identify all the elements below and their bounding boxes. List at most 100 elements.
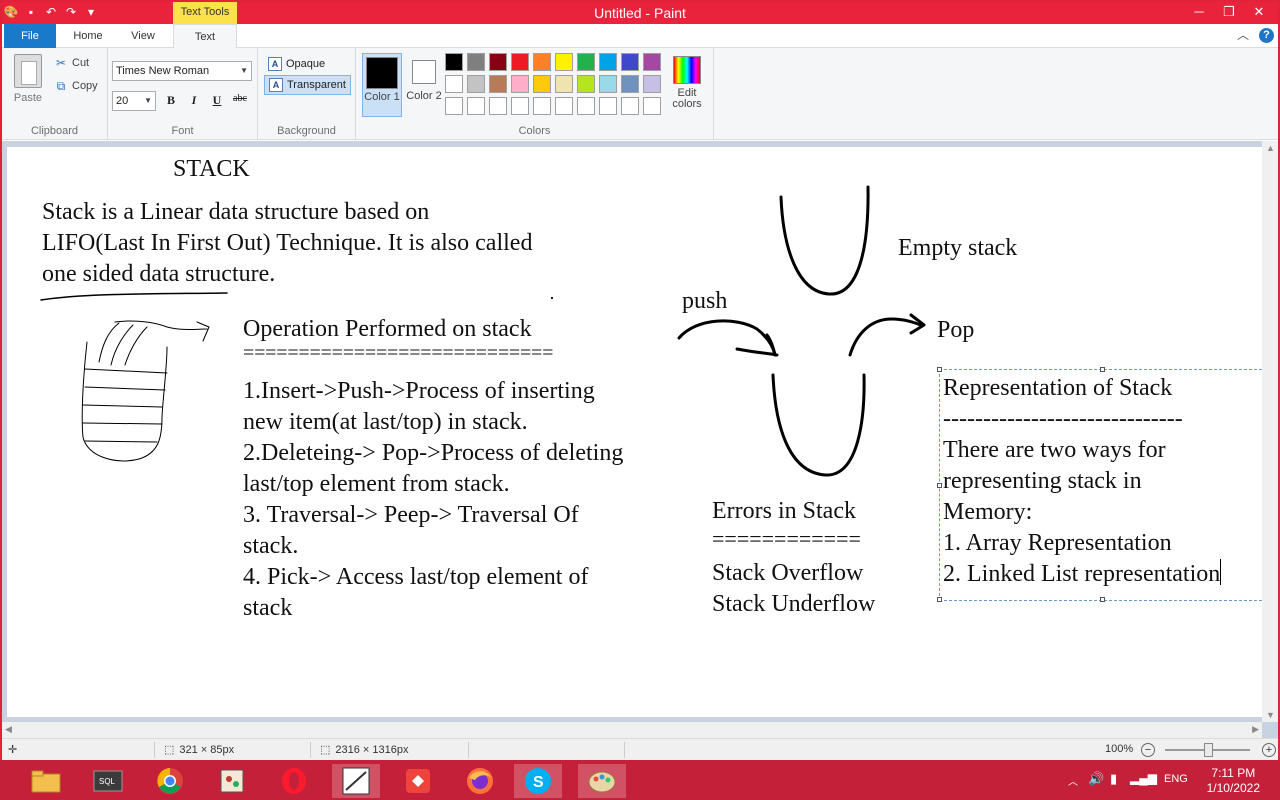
file-explorer-icon[interactable] — [22, 764, 70, 798]
zoom-in-button[interactable]: + — [1262, 743, 1276, 757]
minimize-button[interactable]: ─ — [1184, 2, 1214, 22]
firefox-icon[interactable] — [456, 764, 504, 798]
representation-title: Representation of Stack — [943, 375, 1173, 401]
palette-swatch[interactable] — [467, 75, 485, 93]
show-hidden-icons-icon[interactable]: ︿ — [1068, 773, 1078, 788]
opera-icon[interactable] — [270, 764, 318, 798]
tab-file[interactable]: File — [4, 24, 56, 48]
anydesk-icon[interactable] — [394, 764, 442, 798]
volume-icon[interactable]: 🔊 — [1088, 771, 1104, 787]
opaque-button[interactable]: A Opaque — [264, 54, 329, 74]
copy-label: Copy — [72, 80, 98, 92]
resize-handle[interactable] — [937, 367, 942, 372]
font-size-select[interactable]: 20 ▼ — [112, 91, 156, 111]
palette-swatch[interactable] — [599, 75, 617, 93]
bold-button[interactable]: B — [162, 93, 180, 109]
system-tray: ︿ 🔊 ▮ ▂▄▆ ENG 7:11 PM 1/10/2022 — [1050, 760, 1280, 800]
representation-line: 1. Array Representation — [943, 530, 1172, 556]
sql-app-icon[interactable]: SQL — [84, 764, 132, 798]
cut-button[interactable]: ✂ Cut — [54, 54, 89, 72]
network-icon[interactable]: ▂▄▆ — [1130, 771, 1157, 785]
palette-swatch[interactable] — [489, 97, 507, 115]
edit-colors-button[interactable]: Edit colors — [666, 53, 708, 110]
skype-icon[interactable]: S — [514, 764, 562, 798]
palette-swatch[interactable] — [555, 75, 573, 93]
palette-swatch[interactable] — [445, 75, 463, 93]
chrome-icon[interactable] — [146, 764, 194, 798]
clock[interactable]: 7:11 PM 1/10/2022 — [1207, 766, 1260, 796]
palette-swatch[interactable] — [577, 97, 595, 115]
paint-taskbar-icon[interactable] — [578, 764, 626, 798]
tab-view[interactable]: View — [118, 24, 168, 48]
palette-swatch[interactable] — [643, 75, 661, 93]
palette-swatch[interactable] — [533, 75, 551, 93]
underline-button[interactable]: U — [208, 93, 226, 109]
paste-button[interactable]: Paste — [10, 54, 46, 104]
palette-swatch[interactable] — [577, 53, 595, 71]
language-indicator[interactable]: ENG — [1164, 773, 1188, 785]
cursor-position: ✛ — [8, 743, 17, 756]
zoom-out-button[interactable]: − — [1141, 743, 1155, 757]
palette-swatch[interactable] — [599, 53, 617, 71]
minimize-ribbon-icon[interactable]: ︿ — [1237, 28, 1249, 43]
close-button[interactable]: ✕ — [1244, 2, 1274, 22]
palette-swatch[interactable] — [445, 53, 463, 71]
clock-date: 1/10/2022 — [1206, 781, 1260, 795]
palette-swatch[interactable] — [599, 97, 617, 115]
vertical-scrollbar[interactable]: ▲ ▼ — [1262, 141, 1278, 722]
palette-swatch[interactable] — [467, 53, 485, 71]
resize-handle[interactable] — [1100, 597, 1105, 602]
text-box[interactable]: Representation of Stack ----------------… — [937, 367, 1262, 602]
copy-button[interactable]: ⧉ Copy — [54, 77, 98, 95]
palette-swatch[interactable] — [533, 97, 551, 115]
palette-swatch[interactable] — [511, 97, 529, 115]
palette-swatch[interactable] — [555, 97, 573, 115]
scribble-top — [98, 320, 210, 366]
help-icon[interactable]: ? — [1259, 28, 1274, 43]
scroll-right-icon[interactable]: ▶ — [1252, 724, 1259, 735]
drawing-tool-icon[interactable] — [332, 764, 380, 798]
resize-handle[interactable] — [1100, 367, 1105, 372]
save-icon[interactable]: ▪ — [24, 5, 38, 19]
representation-rule: ------------------------------ — [943, 406, 1183, 432]
palette-swatch[interactable] — [445, 97, 463, 115]
redo-icon[interactable]: ↷ — [64, 5, 78, 19]
palette-swatch[interactable] — [511, 75, 529, 93]
customize-toolbar-icon[interactable]: ▾ — [84, 5, 98, 19]
palette-swatch[interactable] — [533, 53, 551, 71]
palette-swatch[interactable] — [621, 97, 639, 115]
ribbon-tabs: File Home View Text ︿ ? — [2, 24, 1278, 49]
game-icon[interactable] — [208, 764, 256, 798]
undo-icon[interactable]: ↶ — [44, 5, 58, 19]
tab-home[interactable]: Home — [60, 24, 116, 48]
font-family-select[interactable]: Times New Roman ▼ — [112, 61, 252, 81]
resize-handle[interactable] — [937, 597, 942, 602]
palette-swatch[interactable] — [621, 53, 639, 71]
battery-icon[interactable]: ▮ — [1110, 771, 1117, 787]
palette-swatch[interactable] — [489, 75, 507, 93]
scroll-left-icon[interactable]: ◀ — [5, 724, 12, 735]
horizontal-scrollbar[interactable]: ◀ ▶ — [2, 722, 1262, 738]
palette-swatch[interactable] — [643, 97, 661, 115]
color-2-button[interactable]: Color 2 — [404, 53, 444, 117]
palette-swatch[interactable] — [643, 53, 661, 71]
drawing-canvas[interactable]: STACK Stack is a Linear data structure b… — [7, 147, 1262, 717]
resize-handle[interactable] — [937, 483, 942, 488]
pop-arrow — [848, 317, 923, 357]
strikethrough-button[interactable]: abc — [231, 93, 249, 109]
italic-button[interactable]: I — [185, 93, 203, 109]
zoom-slider-thumb[interactable] — [1204, 743, 1213, 757]
color-1-button[interactable]: Color 1 — [362, 53, 402, 117]
tab-text[interactable]: Text — [173, 24, 237, 49]
palette-swatch[interactable] — [511, 53, 529, 71]
palette-swatch[interactable] — [577, 75, 595, 93]
scroll-down-icon[interactable]: ▼ — [1266, 710, 1275, 720]
palette-swatch[interactable] — [467, 97, 485, 115]
maximize-button[interactable]: ❐ — [1214, 2, 1244, 22]
paint-app-icon[interactable]: 🎨 — [4, 5, 19, 19]
palette-swatch[interactable] — [621, 75, 639, 93]
transparent-button[interactable]: A Transparent — [264, 75, 351, 95]
palette-swatch[interactable] — [555, 53, 573, 71]
scroll-up-icon[interactable]: ▲ — [1266, 143, 1275, 153]
palette-swatch[interactable] — [489, 53, 507, 71]
